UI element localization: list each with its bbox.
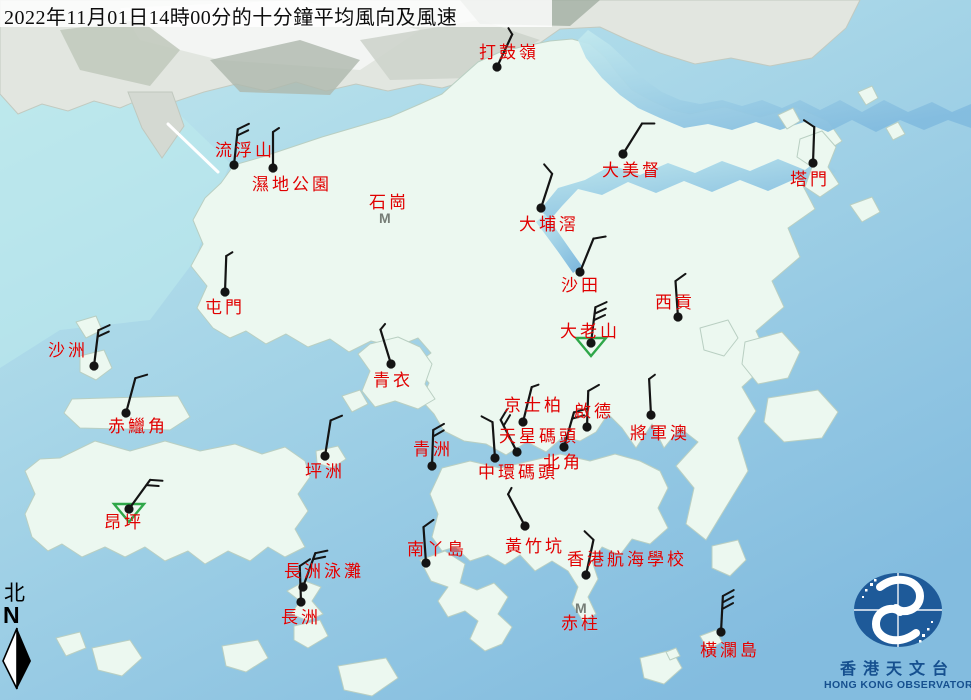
missing-data-marker-stanley: M [575, 600, 587, 616]
station-label-lau-fau-shan: 流浮山 [215, 142, 275, 160]
hko-name-chinese: 香港天文台 [824, 655, 971, 679]
station-label-green-island: 青洲 [413, 441, 453, 459]
station-label-ta-kwu-ling: 打鼓嶺 [479, 44, 539, 62]
compass-needle-icon [2, 627, 34, 691]
north-label-letter: N [3, 604, 36, 627]
hko-name-english: HONG KONG OBSERVATORY [824, 679, 971, 691]
station-label-waglan-island: 橫瀾島 [700, 642, 760, 660]
station-label-wetland-park: 濕地公園 [252, 176, 332, 194]
station-label-sha-tin: 沙田 [561, 277, 601, 295]
station-label-tuen-mun: 屯門 [205, 299, 245, 317]
station-label-tates-cairn: 大老山 [560, 323, 620, 341]
station-label-lamma-island: 南丫島 [407, 541, 467, 559]
missing-data-marker-shek-kong: M [379, 210, 391, 226]
station-label-cheung-chau: 長洲 [281, 609, 321, 627]
hko-logo-icon [850, 570, 946, 654]
station-label-north-point: 北角 [543, 454, 583, 472]
map-title: 2022年11月01日14時00分的十分鐘平均風向及風速 [4, 1, 457, 30]
station-label-tap-mun: 塔門 [790, 171, 830, 189]
north-label-chinese: 北 [4, 583, 36, 604]
station-label-hk-sea-school: 香港航海學校 [567, 551, 687, 569]
station-label-sha-chau: 沙洲 [48, 342, 88, 360]
station-label-peng-chau: 坪洲 [305, 463, 345, 481]
station-label-wong-chuk-hang: 黃竹坑 [505, 538, 565, 556]
hko-logo-block: 香港天文台 HONG KONG OBSERVATORY [824, 570, 971, 691]
station-label-tai-po-kau: 大埔滘 [519, 216, 579, 234]
station-label-cheung-chau-beach: 長洲泳灘 [284, 563, 364, 581]
wind-map-page: 打鼓嶺流浮山濕地公園大埔滘 大美督塔門沙田屯門 西貢沙洲赤鱲角 大老山青衣京士柏啟德將… [0, 0, 971, 700]
station-label-tsing-yi: 青衣 [373, 372, 413, 390]
station-label-sai-kung: 西貢 [655, 294, 695, 312]
north-compass: 北 N [2, 583, 36, 696]
station-label-ngong-ping: 昂坪 [104, 514, 144, 532]
station-label-tseung-kwan-o: 將軍澳 [630, 425, 690, 443]
station-label-stanley: 赤柱 [561, 615, 601, 633]
station-label-kings-park: 京士柏 [504, 397, 564, 415]
station-label-kai-tak: 啟德 [574, 403, 614, 421]
station-label-chek-lap-kok: 赤鱲角 [108, 418, 168, 436]
station-label-star-ferry-pier: 天星碼頭 [499, 428, 579, 446]
station-label-tai-mei-tuk: 大美督 [602, 162, 662, 180]
